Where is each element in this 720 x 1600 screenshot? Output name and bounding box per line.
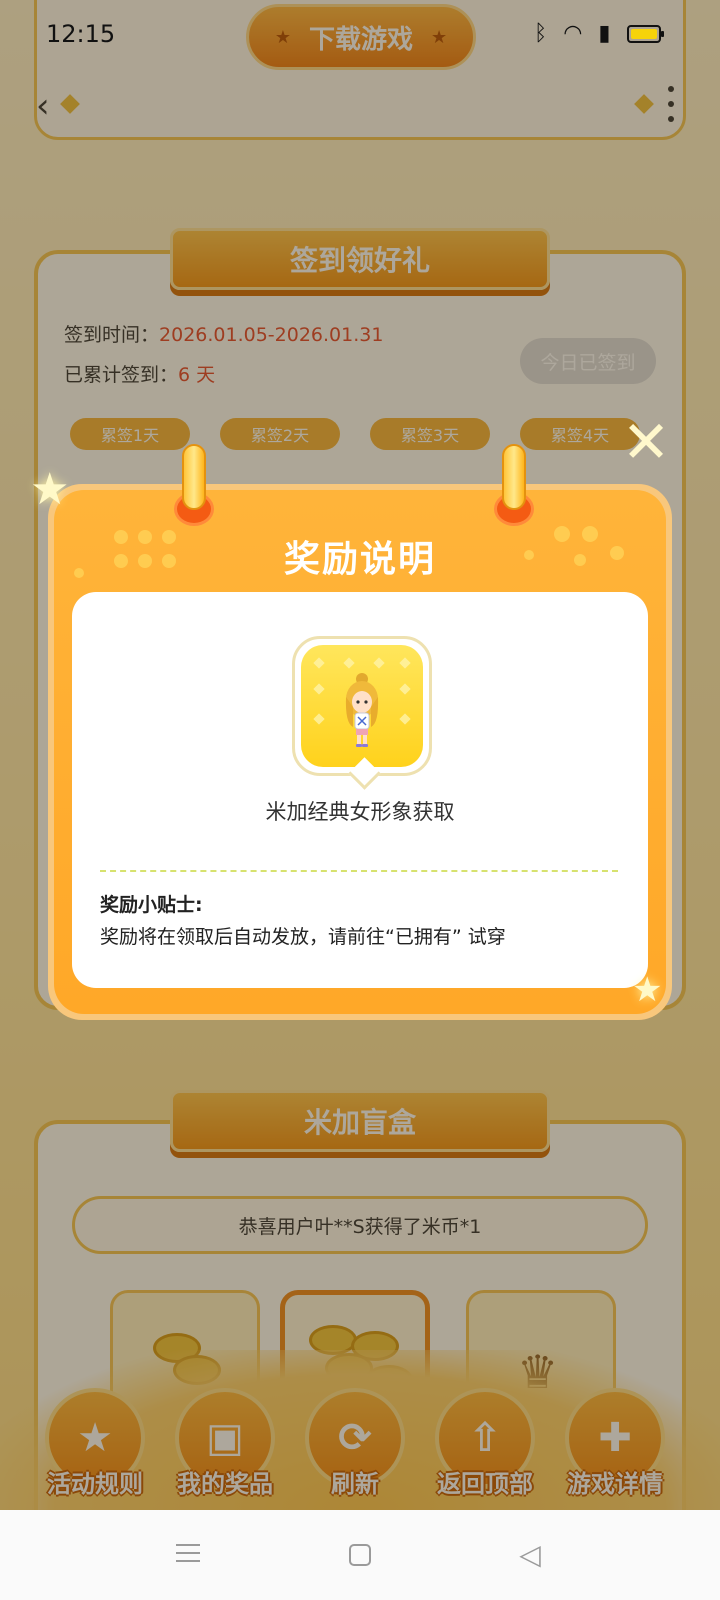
modal-content-card: 米加经典女形象获取 奖励小贴士: 奖励将在领取后自动发放，请前往“已拥有” 试穿	[72, 592, 648, 988]
home-icon[interactable]	[342, 1538, 378, 1572]
back-triangle-icon[interactable]: ◁	[512, 1538, 548, 1572]
binder-ring-left	[174, 444, 214, 526]
system-navigation-bar: ◁	[0, 1510, 720, 1600]
reward-name: 米加经典女形象获取	[265, 800, 455, 824]
wifi-icon: ◠	[563, 21, 583, 46]
bluetooth-icon: ᛒ	[534, 21, 548, 46]
status-bar: 12:15 ᛒ ◠ ▮	[0, 0, 720, 70]
reward-avatar-thumbnail	[292, 636, 432, 776]
binder-ring-right	[494, 444, 534, 526]
dashed-divider	[100, 870, 618, 872]
tip-title: 奖励小贴士:	[100, 894, 203, 916]
status-time: 12:15	[46, 20, 116, 48]
star-decoration-icon: ★	[30, 464, 70, 515]
menu-icon[interactable]	[170, 1538, 206, 1572]
close-icon[interactable]: ✕	[618, 413, 674, 472]
reward-info-modal: 奖励说明 米加经典女形象获取 奖励小贴士: 奖励将在领取后自动发放，请前往“已拥…	[48, 484, 672, 1020]
modal-title: 奖励说明	[283, 539, 436, 580]
star-decoration-icon: ★	[632, 970, 663, 1010]
modal-panel: 奖励说明 米加经典女形象获取 奖励小贴士: 奖励将在领取后自动发放，请前往“已拥…	[54, 490, 666, 1014]
signal-icon: ▮	[598, 21, 611, 46]
tip-text: 奖励将在领取后自动发放，请前往“已拥有” 试穿	[100, 926, 506, 948]
reward-avatar-bg	[301, 645, 423, 767]
status-icons: ᛒ ◠ ▮	[534, 21, 664, 46]
battery-icon	[626, 25, 664, 43]
girl-character-icon	[345, 673, 379, 747]
